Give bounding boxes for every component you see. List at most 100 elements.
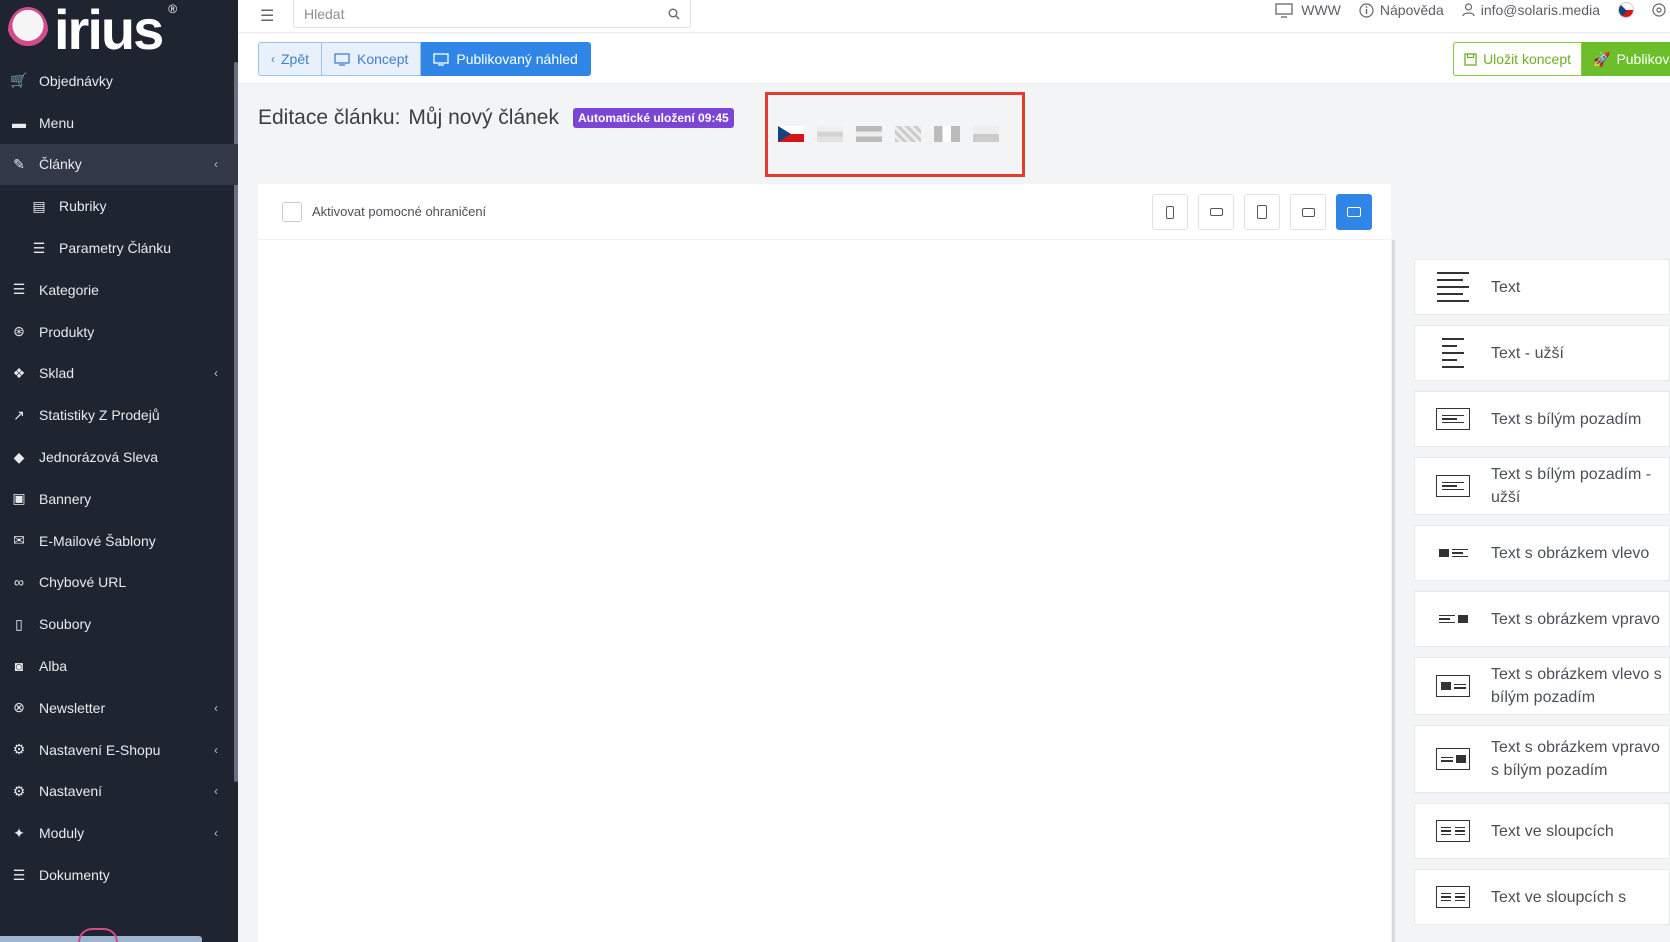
newsletter-icon: ⊗ — [13, 699, 25, 716]
page-title: Editace článku: — [258, 106, 401, 129]
sidebar-item-alba[interactable]: ◙ Alba — [0, 645, 238, 687]
publish-button[interactable]: 🚀 Publikovat — [1582, 42, 1670, 76]
language-flags — [778, 126, 999, 142]
flag-cz-icon[interactable] — [778, 126, 804, 142]
sidebar-item-label: Soubory — [39, 616, 92, 633]
sidebar-item-clanky[interactable]: ✎ Články ‹ — [0, 143, 238, 186]
block-item[interactable]: Text s obrázkem vpravo — [1414, 591, 1670, 647]
settings-icon[interactable] — [1652, 3, 1666, 17]
sidebar-item-bannery[interactable]: ▣ Bannery — [0, 478, 238, 520]
sidebar-item-menu[interactable]: ▬ Menu — [0, 102, 238, 144]
sidebar-item-label: Články — [39, 156, 82, 173]
block-icon — [1415, 675, 1491, 697]
camera-icon: ◙ — [14, 658, 24, 675]
monitor-search-icon — [334, 52, 350, 66]
block-item[interactable]: Text s obrázkem vpravo s bílým pozadím — [1414, 725, 1670, 793]
sidebar-item-label: Produkty — [39, 323, 95, 340]
device-switcher — [1152, 194, 1372, 230]
monitor-search-icon — [433, 52, 450, 66]
logo[interactable]: irius ® — [0, 0, 238, 60]
device-tablet-button[interactable] — [1244, 194, 1280, 230]
language-flag-icon[interactable] — [1618, 2, 1634, 18]
user-menu[interactable]: info@solaris.media — [1462, 2, 1600, 18]
file-icon: ▯ — [15, 615, 23, 632]
sidebar-item-statistiky-z-prodeju[interactable]: ↗ Statistiky Z Prodejů — [0, 394, 238, 436]
device-desktop-button[interactable] — [1336, 194, 1372, 230]
chevron-left-icon: ‹ — [214, 784, 218, 799]
canvas-divider[interactable] — [1392, 240, 1395, 942]
sidebar-item-newsletter[interactable]: ⊗ Newsletter ‹ — [0, 687, 238, 729]
search-input[interactable]: Hledat — [293, 0, 691, 28]
block-icon — [1415, 548, 1491, 558]
www-label: WWW — [1301, 2, 1341, 18]
sidebar-item-label: Kategorie — [39, 281, 99, 298]
sidebar-item-produkty[interactable]: ⊛ Produkty — [0, 311, 238, 353]
sidebar-item-nastaveni[interactable]: ⚙ Nastavení ‹ — [0, 771, 238, 813]
block-label: Text s obrázkem vlevo — [1491, 544, 1650, 562]
published-preview-label: Publikovaný náhled — [456, 51, 578, 67]
block-item[interactable]: Text s bílým pozadím — [1414, 391, 1670, 447]
tablet-icon — [1257, 205, 1267, 219]
back-button[interactable]: ‹ Zpět — [258, 42, 323, 76]
www-link[interactable]: WWW — [1275, 2, 1341, 18]
block-label: Text s bílým pozadím - užší — [1491, 466, 1652, 506]
flag-pl-icon[interactable] — [973, 126, 999, 142]
sidebar-item-kategorie[interactable]: ☰ Kategorie — [0, 269, 238, 311]
block-icon — [1415, 475, 1491, 497]
sidebar-item-label: Alba — [39, 658, 68, 675]
autosave-badge: Automatické uložení 09:45 — [573, 108, 734, 128]
block-item[interactable]: Text ve sloupcích — [1414, 803, 1670, 859]
search-placeholder: Hledat — [304, 5, 345, 22]
help-link[interactable]: Nápověda — [1359, 2, 1444, 18]
sidebar-item-nastaveni-e-shopu[interactable]: ⚙ Nastavení E-Shopu ‹ — [0, 729, 238, 771]
flag-gb-icon[interactable] — [895, 126, 921, 142]
sidebar-item-moduly[interactable]: ✦ Moduly ‹ — [0, 812, 238, 854]
sidebar-item-e-mailove-sablony[interactable]: ✉ E-Mailové Šablony — [0, 520, 238, 562]
footer-avatar — [78, 928, 118, 942]
published-preview-button[interactable]: Publikovaný náhled — [421, 42, 591, 76]
chevron-left-icon: ‹ — [214, 366, 218, 381]
block-item[interactable]: Text - užší — [1414, 325, 1670, 381]
sidebar-item-label: Moduly — [39, 825, 85, 842]
sidebar-item-soubory[interactable]: ▯ Soubory — [0, 603, 238, 645]
user-icon — [1462, 3, 1475, 17]
sidebar-item-label: E-Mailové Šablony — [39, 532, 156, 549]
device-mobile-landscape-button[interactable] — [1198, 194, 1234, 230]
flag-it-icon[interactable] — [934, 126, 960, 142]
block-item[interactable]: Text s obrázkem vlevo s bílým pozadím — [1414, 657, 1670, 715]
sidebar-item-sklad[interactable]: ❖ Sklad ‹ — [0, 353, 238, 395]
draft-label: Koncept — [357, 51, 409, 67]
draft-button[interactable]: Koncept — [322, 42, 422, 76]
puzzle-icon: ✦ — [13, 824, 25, 841]
block-icon — [1415, 886, 1491, 908]
save-draft-button[interactable]: Uložit koncept — [1453, 42, 1582, 76]
publish-label: Publikovat — [1616, 51, 1670, 67]
block-item[interactable]: Text ve sloupcích s — [1414, 869, 1670, 925]
hamburger-menu-icon[interactable]: ☰ — [260, 6, 276, 26]
block-item[interactable]: Text — [1414, 259, 1670, 315]
sidebar-item-label: Bannery — [39, 490, 92, 507]
sidebar-item-rubriky[interactable]: ▤ Rubriky — [0, 185, 238, 227]
image-icon: ▣ — [12, 490, 26, 507]
block-item[interactable]: Text s bílým pozadím - užší — [1414, 457, 1670, 515]
sidebar-item-chybove-url[interactable]: ∞ Chybové URL — [0, 562, 238, 604]
block-palette: Text Text - užší Text s bílým pozadím Text … — [1414, 259, 1670, 935]
sidebar-item-parametry-clanku[interactable]: ☰ Parametry Článku — [0, 227, 238, 269]
device-mobile-button[interactable] — [1152, 194, 1188, 230]
sidebar-nav: 🛒 Objednávky ▬ Menu ✎ Články ‹ ▤ Rubriky ☰ Paramet… — [0, 60, 238, 896]
logo-text: irius — [54, 0, 164, 61]
helper-bounds-checkbox[interactable] — [282, 201, 302, 222]
article-name: Můj nový článek — [408, 106, 559, 129]
block-item[interactable]: Text s obrázkem vlevo — [1414, 525, 1670, 581]
sidebar-item-objednavky[interactable]: 🛒 Objednávky — [0, 60, 238, 102]
search-icon[interactable] — [668, 8, 680, 20]
sidebar-item-label: Dokumenty — [39, 867, 110, 884]
flag-de-icon[interactable] — [856, 126, 882, 142]
sidebar-item-jednorazova-sleva[interactable]: ◆ Jednorázová Sleva — [0, 436, 238, 478]
block-label: Text ve sloupcích — [1491, 822, 1614, 840]
device-laptop-button[interactable] — [1290, 194, 1326, 230]
sidebar-item-label: Chybové URL — [39, 574, 127, 591]
sidebar-item-dokumenty[interactable]: ☰ Dokumenty — [0, 854, 238, 896]
flag-sk-icon[interactable] — [817, 126, 843, 142]
save-icon — [1464, 52, 1477, 66]
